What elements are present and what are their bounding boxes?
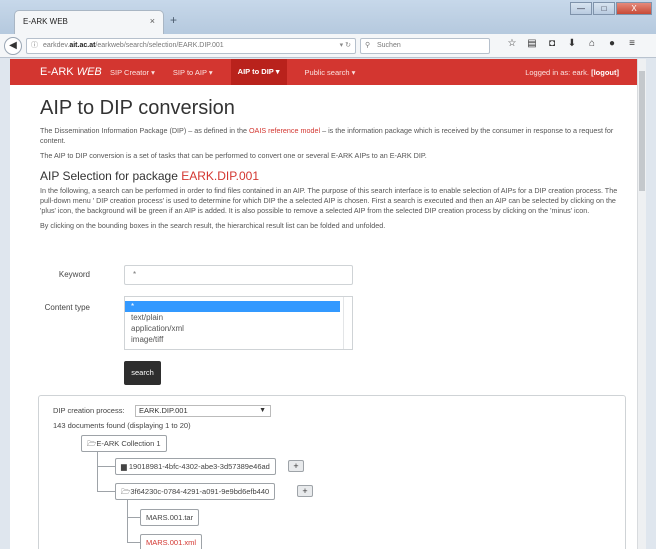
menu-sip-to-aip[interactable]: SIP to AIP ▾ bbox=[173, 68, 213, 85]
browser-tool-icons: ☆ ▤ ◘ ⬇ ⌂ ● ≡ bbox=[502, 38, 642, 49]
tree-connector bbox=[127, 499, 128, 543]
keyword-label: Keyword bbox=[58, 270, 90, 279]
folder-open-icon: 🗁 bbox=[87, 439, 97, 448]
add-aip-button[interactable]: + bbox=[297, 485, 313, 497]
pocket-icon[interactable]: ◘ bbox=[542, 38, 562, 49]
magnifier-icon: ⚲ bbox=[365, 42, 371, 49]
back-arrow-icon[interactable]: ◀ bbox=[4, 37, 22, 55]
window-controls: — □ X bbox=[569, 2, 652, 16]
page-content: AIP to DIP conversion The Dissemination … bbox=[40, 97, 625, 231]
maximize-button[interactable]: □ bbox=[593, 2, 615, 15]
menu-sip-creator[interactable]: SIP Creator ▾ bbox=[110, 68, 155, 85]
add-aip-button[interactable]: + bbox=[288, 460, 304, 472]
brand-italic: WEB bbox=[76, 66, 102, 78]
chat-icon[interactable]: ● bbox=[602, 38, 622, 49]
page-title: AIP to DIP conversion bbox=[40, 97, 235, 119]
browser-tab[interactable]: E-ARK WEB × bbox=[14, 10, 164, 34]
close-window-button[interactable]: X bbox=[616, 2, 652, 15]
minimize-button[interactable]: — bbox=[570, 2, 592, 15]
url-path: /earkweb/search/selection/EARK.DIP.001 bbox=[95, 42, 224, 49]
tree-connector bbox=[97, 491, 115, 492]
intro-paragraph-2: The AIP to DIP conversion is a set of ta… bbox=[40, 151, 427, 160]
content-type-option[interactable]: image/tiff bbox=[125, 334, 352, 345]
tree-aip-node[interactable]: ▆ 19018981-4bfc-4302-abe3-3d57389e46ad bbox=[115, 458, 276, 475]
dropdown-arrow-icon: ▼ bbox=[259, 407, 266, 414]
download-icon[interactable]: ⬇ bbox=[562, 38, 582, 49]
url-domain: ait.ac.at bbox=[69, 42, 96, 49]
folder-open-icon: 🗁 bbox=[121, 487, 131, 496]
intro-paragraph: The Dissemination Information Package (D… bbox=[40, 126, 614, 145]
main-menu: SIP Creator ▾ SIP to AIP ▾ AIP to DIP ▾ … bbox=[110, 59, 373, 85]
tree-connector bbox=[127, 517, 140, 518]
selection-text: In the following, a search can be perfor… bbox=[40, 186, 618, 215]
reading-list-icon[interactable]: ▤ bbox=[522, 38, 542, 49]
hamburger-menu-icon[interactable]: ≡ bbox=[622, 38, 642, 49]
search-placeholder: Suchen bbox=[377, 42, 401, 49]
tree-connector bbox=[97, 466, 115, 467]
keyword-input[interactable]: * bbox=[124, 265, 353, 285]
content-type-option[interactable]: text/plain bbox=[125, 312, 352, 323]
dip-process-label: DIP creation process: bbox=[53, 406, 125, 415]
package-name: EARK.DIP.001 bbox=[181, 169, 260, 183]
fold-text: By clicking on the bounding boxes in the… bbox=[40, 221, 386, 230]
tree-aip-node[interactable]: 🗁3f64230c-0784-4291-a091-9e9bd6efb440 bbox=[115, 483, 276, 500]
listbox-scrollbar[interactable] bbox=[343, 297, 352, 349]
reload-icon[interactable]: ▾ ↻ bbox=[340, 39, 351, 53]
site-info-icon[interactable]: ⓘ bbox=[31, 39, 38, 53]
results-panel: DIP creation process: EARK.DIP.001 ▼ 143… bbox=[38, 395, 626, 549]
tab-close-icon[interactable]: × bbox=[150, 16, 155, 26]
folder-closed-icon: ▆ bbox=[121, 462, 127, 471]
browser-titlebar: E-ARK WEB × + — □ X bbox=[0, 0, 656, 34]
content-type-listbox[interactable]: * text/plain application/xml image/tiff bbox=[124, 296, 353, 350]
browser-toolbar: ◀ ⓘ earkdev.ait.ac.at/earkweb/search/sel… bbox=[0, 34, 656, 58]
menu-aip-to-dip[interactable]: AIP to DIP ▾ bbox=[230, 59, 287, 85]
tree-collection-node[interactable]: 🗁E-ARK Collection 1 bbox=[81, 435, 167, 452]
tree-connector bbox=[127, 542, 140, 543]
tab-title: E-ARK WEB bbox=[23, 17, 68, 26]
search-button[interactable]: search bbox=[124, 361, 161, 385]
oais-link[interactable]: OAIS reference model bbox=[249, 126, 320, 135]
result-count: 143 documents found (displaying 1 to 20) bbox=[53, 421, 191, 430]
content-type-option[interactable]: application/xml bbox=[125, 323, 352, 334]
home-icon[interactable]: ⌂ bbox=[582, 38, 602, 49]
content-type-option[interactable]: * bbox=[125, 301, 340, 312]
scrollbar-thumb[interactable] bbox=[639, 71, 645, 191]
bookmark-star-icon[interactable]: ☆ bbox=[502, 38, 522, 49]
menu-public-search[interactable]: Public search ▾ bbox=[305, 68, 356, 85]
logout-link[interactable]: [logout] bbox=[591, 68, 619, 77]
site-navbar: E-ARK WEB SIP Creator ▾ SIP to AIP ▾ AIP… bbox=[10, 59, 637, 85]
address-bar[interactable]: ⓘ earkdev.ait.ac.at/earkweb/search/selec… bbox=[26, 38, 356, 54]
tree-file-node[interactable]: MARS.001.xml bbox=[140, 534, 203, 549]
new-tab-icon[interactable]: + bbox=[170, 13, 177, 27]
selection-heading: AIP Selection for package EARK.DIP.001 bbox=[40, 169, 260, 183]
tree-file-node[interactable]: MARS.001.tar bbox=[140, 509, 200, 526]
tree-connector bbox=[97, 450, 98, 492]
url-prefix: earkdev. bbox=[43, 42, 70, 49]
content-type-label: Content type bbox=[44, 303, 90, 312]
page-scrollbar[interactable] bbox=[637, 59, 646, 549]
site-brand[interactable]: E-ARK WEB bbox=[40, 66, 102, 78]
login-status: Logged in as: eark. [logout] bbox=[525, 68, 619, 77]
dip-process-select[interactable]: EARK.DIP.001 ▼ bbox=[135, 405, 271, 417]
web-page: E-ARK WEB SIP Creator ▾ SIP to AIP ▾ AIP… bbox=[10, 59, 646, 549]
browser-search-field[interactable]: ⚲ Suchen bbox=[360, 38, 490, 54]
